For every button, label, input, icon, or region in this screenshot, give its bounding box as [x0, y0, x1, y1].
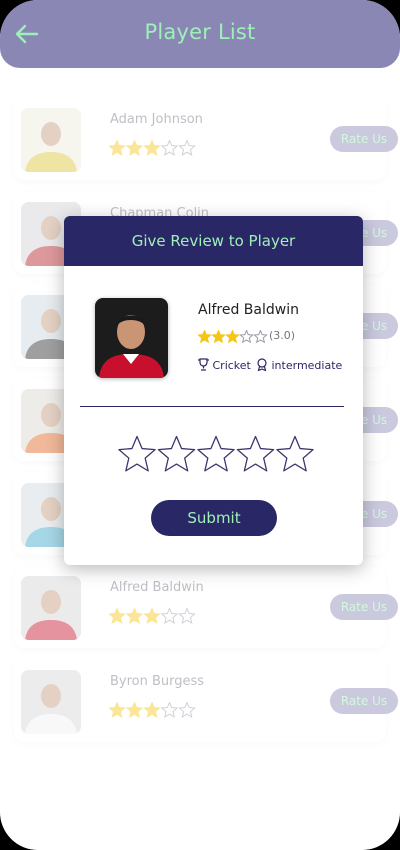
rating-star-5-icon[interactable]: [276, 435, 314, 472]
filled-star-icon: [211, 330, 226, 344]
player-photo: [95, 298, 168, 378]
level-info: intermediate: [256, 358, 342, 372]
star-rating-input[interactable]: [118, 434, 314, 476]
level-label: intermediate: [271, 359, 343, 372]
filled-star-icon: [225, 330, 240, 344]
rating-star-3-icon[interactable]: [197, 435, 235, 472]
modal-rating-stars: [198, 330, 268, 344]
review-modal: Give Review to Player Alfred Baldwin (3.…: [64, 216, 363, 565]
page-title: Player List: [144, 20, 256, 44]
medal-icon: [257, 358, 267, 372]
app-header: Player List: [0, 0, 400, 68]
submit-button[interactable]: Submit: [151, 500, 277, 536]
empty-star-icon: [253, 330, 268, 344]
rating-star-1-icon[interactable]: [118, 435, 156, 472]
modal-player-name: Alfred Baldwin: [198, 302, 299, 318]
phone-screen: Player List Adam JohnsonRate UsChapman C…: [0, 0, 400, 850]
sport-info: Cricket: [198, 358, 251, 372]
modal-title: Give Review to Player: [64, 216, 363, 266]
rating-star-4-icon[interactable]: [236, 435, 275, 472]
modal-rating-score: (3.0): [269, 329, 296, 342]
empty-star-icon: [239, 330, 254, 344]
trophy-icon: [198, 358, 209, 371]
rating-star-2-icon[interactable]: [157, 435, 196, 472]
divider: [80, 406, 344, 407]
filled-star-icon: [198, 330, 212, 344]
sport-label: Cricket: [212, 359, 251, 372]
